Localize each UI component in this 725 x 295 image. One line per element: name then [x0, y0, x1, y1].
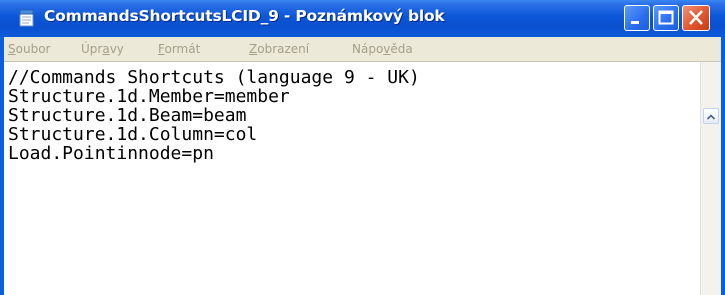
- menu-edit[interactable]: Úpravy: [81, 42, 124, 56]
- notepad-icon[interactable]: [18, 9, 36, 27]
- menu-help[interactable]: Nápověda: [352, 42, 413, 56]
- editor-line: Structure.1d.Member=member: [8, 86, 290, 107]
- menu-bar: Soubor Úpravy Formát Zobrazení Nápověda: [4, 37, 721, 61]
- menu-view[interactable]: Zobrazení: [249, 42, 309, 56]
- menu-file-label-rest: oubor: [15, 42, 51, 56]
- menu-view-label-rest: obrazení: [257, 42, 310, 56]
- close-button[interactable]: [682, 5, 710, 31]
- minimize-button[interactable]: [624, 5, 650, 31]
- menu-format-label-rest: ormát: [164, 42, 201, 56]
- window-title: CommandsShortcutsLCID_9 - Poznámkový blo…: [44, 7, 445, 25]
- menu-file[interactable]: Soubor: [8, 42, 50, 56]
- notepad-window: CommandsShortcutsLCID_9 - Poznámkový blo…: [0, 0, 725, 295]
- editor-line: Load.Pointinnode=pn: [8, 143, 214, 164]
- editor-line: Structure.1d.Column=col: [8, 124, 258, 145]
- title-bar[interactable]: CommandsShortcutsLCID_9 - Poznámkový blo…: [0, 0, 725, 37]
- editor-line: //Commands Shortcuts (language 9 - UK): [8, 67, 420, 88]
- editor-text[interactable]: //Commands Shortcuts (language 9 - UK) St…: [8, 68, 420, 163]
- menu-file-accesskey: S: [8, 42, 16, 56]
- text-editor[interactable]: //Commands Shortcuts (language 9 - UK) St…: [4, 61, 721, 295]
- vertical-scrollbar[interactable]: [700, 62, 721, 295]
- chevron-up-icon: [706, 114, 716, 120]
- scroll-up-button[interactable]: [703, 108, 719, 124]
- minimize-icon: [631, 21, 639, 24]
- menu-edit-accesskey: a: [102, 42, 110, 56]
- menu-edit-label: Úpr: [81, 42, 103, 56]
- menu-help-label: Nápo: [352, 42, 384, 56]
- maximize-button[interactable]: [653, 5, 679, 31]
- maximize-icon: [658, 10, 674, 25]
- close-icon: [689, 10, 703, 25]
- menu-edit-label-rest: vy: [109, 42, 124, 56]
- editor-line: Structure.1d.Beam=beam: [8, 105, 247, 126]
- menu-view-accesskey: Z: [249, 42, 258, 56]
- menu-help-label-rest: ěda: [390, 42, 413, 56]
- menu-format[interactable]: Formát: [158, 42, 200, 56]
